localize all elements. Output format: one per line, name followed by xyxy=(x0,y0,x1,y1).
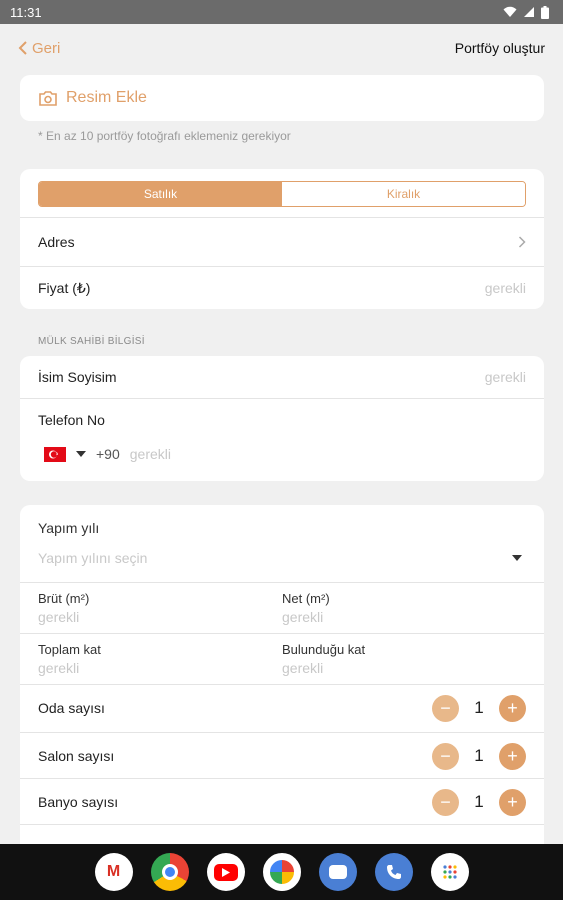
top-navigation: Geri Portföy oluştur xyxy=(0,24,563,72)
divider xyxy=(20,582,544,583)
divider xyxy=(20,398,544,399)
address-label: Adres xyxy=(38,234,75,250)
total-floor-input[interactable]: gerekli xyxy=(38,660,278,676)
camera-add-icon xyxy=(39,91,57,106)
add-photo-button[interactable]: Resim Ekle xyxy=(20,75,544,121)
owner-section-label: MÜLK SAHİBİ BİLGİSİ xyxy=(38,336,145,347)
listing-card: Satılık Kiralık Adres Fiyat (₺) gerekli xyxy=(20,169,544,309)
page-title: Portföy oluştur xyxy=(454,40,545,56)
back-label: Geri xyxy=(32,39,61,57)
net-area-input[interactable]: gerekli xyxy=(282,609,522,625)
divider xyxy=(20,824,544,825)
gross-area-field[interactable]: Brüt (m²) gerekli xyxy=(38,591,278,625)
system-dock: M xyxy=(0,844,563,900)
rooms-decrement-button[interactable]: − xyxy=(432,694,459,722)
net-area-field[interactable]: Net (m²) gerekli xyxy=(282,591,522,625)
photos-icon[interactable] xyxy=(262,853,301,891)
add-photo-label: Resim Ekle xyxy=(66,89,147,106)
price-input[interactable]: gerekli xyxy=(485,280,526,296)
property-details-card: Yapım yılı Yapım yılını seçin Brüt (m²) … xyxy=(20,505,544,865)
baths-decrement-button[interactable]: − xyxy=(432,788,459,816)
owner-name-label: İsim Soyisim xyxy=(38,369,117,385)
gross-area-label: Brüt (m²) xyxy=(38,591,90,606)
rooms-label: Oda sayısı xyxy=(38,700,105,716)
salons-increment-button[interactable]: + xyxy=(499,742,526,770)
total-floor-field[interactable]: Toplam kat gerekli xyxy=(38,642,278,676)
status-time: 11:31 xyxy=(10,4,42,20)
apps-icon[interactable] xyxy=(430,853,469,891)
rooms-stepper: − 1 + xyxy=(432,694,526,722)
rooms-count: 1 xyxy=(474,698,484,717)
dropdown-arrow-icon xyxy=(512,555,522,561)
status-bar: 11:31 xyxy=(0,0,563,24)
owner-card: İsim Soyisim gerekli Telefon No +90 gere… xyxy=(20,356,544,481)
salons-decrement-button[interactable]: − xyxy=(432,742,459,770)
owner-name-input[interactable]: gerekli xyxy=(485,369,526,385)
phone-label: Telefon No xyxy=(38,412,105,428)
owner-name-row[interactable]: İsim Soyisim gerekli xyxy=(20,356,544,398)
photo-requirement-note: * En az 10 portföy fotoğrafı eklemeniz g… xyxy=(38,129,291,143)
baths-label: Banyo sayısı xyxy=(38,794,119,810)
chrome-icon[interactable] xyxy=(150,853,189,891)
year-placeholder: Yapım yılını seçin xyxy=(38,550,148,566)
phone-icon[interactable] xyxy=(374,853,413,891)
baths-count: 1 xyxy=(474,792,484,811)
segment-rent[interactable]: Kiralık xyxy=(282,182,525,206)
battery-icon xyxy=(541,5,549,19)
messages-icon[interactable] xyxy=(318,853,357,891)
gmail-icon[interactable]: M xyxy=(94,853,133,891)
baths-row: Banyo sayısı − 1 + xyxy=(20,779,544,825)
signal-icon xyxy=(524,7,534,17)
segment-sale[interactable]: Satılık xyxy=(39,182,282,206)
year-select[interactable]: Yapım yılını seçin xyxy=(20,545,544,571)
baths-increment-button[interactable]: + xyxy=(499,788,526,816)
price-row[interactable]: Fiyat (₺) gerekli xyxy=(20,267,544,309)
floor-label: Bulunduğu kat xyxy=(282,642,366,657)
country-picker[interactable] xyxy=(44,446,86,462)
salons-row: Salon sayısı − 1 + xyxy=(20,733,544,779)
floor-field[interactable]: Bulunduğu kat gerekli xyxy=(282,642,522,676)
gross-area-input[interactable]: gerekli xyxy=(38,609,278,625)
divider xyxy=(20,633,544,634)
year-label: Yapım yılı xyxy=(38,520,100,536)
total-floor-label: Toplam kat xyxy=(38,642,101,657)
salons-stepper: − 1 + xyxy=(432,742,526,770)
rooms-increment-button[interactable]: + xyxy=(499,694,526,722)
price-label: Fiyat (₺) xyxy=(38,279,91,296)
phone-input-row: +90 gerekli xyxy=(20,442,544,466)
dropdown-arrow-icon xyxy=(76,451,86,457)
wifi-icon xyxy=(503,6,517,17)
address-row[interactable]: Adres xyxy=(20,218,544,266)
listing-type-segmented-control: Satılık Kiralık xyxy=(38,181,526,207)
floor-input[interactable]: gerekli xyxy=(282,660,522,676)
chevron-left-icon xyxy=(18,41,27,55)
salons-label: Salon sayısı xyxy=(38,748,115,764)
net-area-label: Net (m²) xyxy=(282,591,330,606)
salons-count: 1 xyxy=(474,746,484,765)
turkey-flag-icon xyxy=(44,446,66,462)
chevron-right-icon xyxy=(518,236,526,248)
dial-code: +90 xyxy=(96,446,120,462)
back-button[interactable]: Geri xyxy=(18,40,60,57)
phone-input[interactable]: gerekli xyxy=(130,446,171,462)
rooms-row: Oda sayısı − 1 + xyxy=(20,685,544,731)
baths-stepper: − 1 + xyxy=(432,788,526,816)
youtube-icon[interactable] xyxy=(206,853,245,891)
